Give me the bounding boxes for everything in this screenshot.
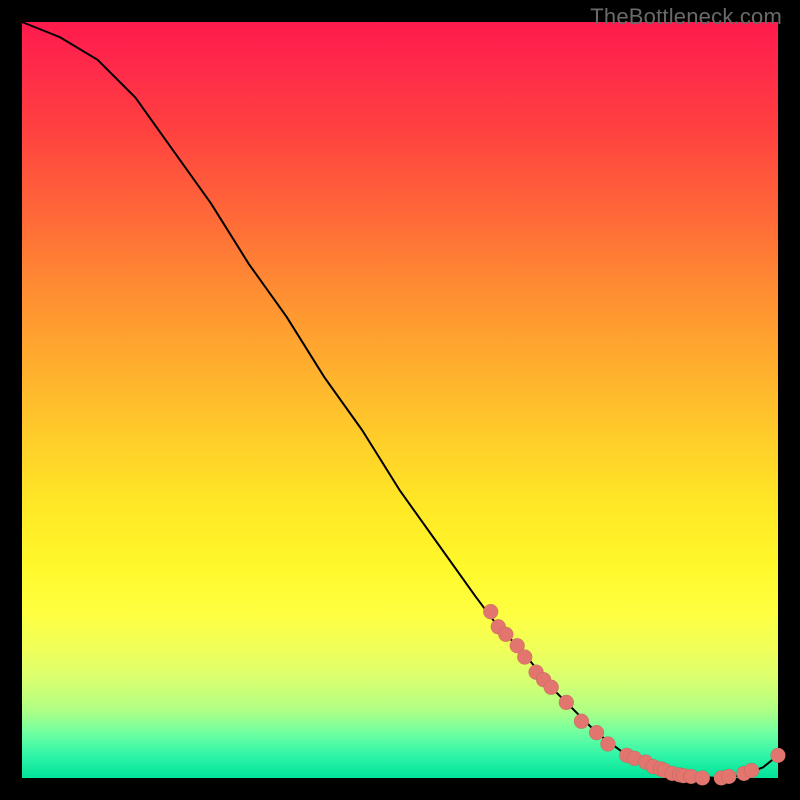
data-point xyxy=(721,769,736,784)
plot-area xyxy=(22,22,778,778)
data-point xyxy=(600,736,615,751)
data-point xyxy=(517,650,532,665)
data-point xyxy=(559,695,574,710)
data-markers xyxy=(483,604,785,785)
data-point xyxy=(589,725,604,740)
watermark-text: TheBottleneck.com xyxy=(590,4,782,30)
bottleneck-curve xyxy=(22,22,778,778)
data-point xyxy=(483,604,498,619)
chart-frame: TheBottleneck.com xyxy=(0,0,800,800)
data-point xyxy=(771,748,786,763)
data-point xyxy=(574,714,589,729)
data-point xyxy=(744,763,759,778)
data-point xyxy=(498,627,513,642)
chart-svg xyxy=(22,22,778,778)
data-point xyxy=(544,680,559,695)
data-point xyxy=(695,771,710,786)
